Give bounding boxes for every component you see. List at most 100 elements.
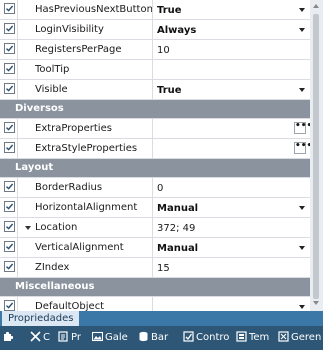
checkmark-icon — [6, 85, 14, 92]
dropdown-arrow-icon[interactable] — [299, 305, 305, 309]
property-name: Visible — [17, 80, 152, 99]
checkbox[interactable] — [4, 122, 15, 133]
toolbar-button-manager[interactable]: Geren — [278, 331, 321, 345]
property-name: ZIndex — [17, 258, 152, 277]
property-name: BorderRadius — [17, 178, 152, 197]
property-name: HorizontalAlignment — [17, 198, 152, 217]
checkmark-icon — [6, 243, 14, 250]
category-header-layout[interactable]: Layout — [0, 159, 310, 178]
property-value-cell[interactable]: Manual — [152, 198, 310, 217]
property-value-cell[interactable]: 15 — [152, 258, 310, 277]
toolbar-button-controls[interactable]: Contro — [183, 331, 229, 345]
themes-icon — [236, 331, 249, 343]
ellipsis-button[interactable]: ••• — [294, 142, 312, 154]
expand-arrow-icon[interactable] — [25, 226, 31, 230]
property-value: 372; 49 — [157, 223, 196, 234]
property-value-cell[interactable] — [152, 60, 310, 79]
property-name: VerticalAlignment — [17, 238, 152, 257]
property-value-cell[interactable]: ••• — [152, 139, 312, 158]
checkbox[interactable] — [4, 43, 15, 54]
panel-tab-strip: Propriedades — [0, 311, 323, 326]
scrollbar-thumb[interactable] — [313, 14, 319, 299]
checkbox[interactable] — [4, 63, 15, 74]
toolbar-button-gallery[interactable]: Gale — [92, 331, 128, 345]
database-icon — [138, 331, 151, 343]
checkbox[interactable] — [4, 3, 15, 14]
checkbox[interactable] — [4, 201, 15, 212]
property-row-border-radius[interactable]: BorderRadius 0 — [0, 178, 310, 198]
toolbar-button-label: Bar — [151, 332, 169, 343]
checkmark-icon — [6, 223, 14, 230]
property-row-registers-per-page[interactable]: RegistersPerPage 10 — [0, 40, 310, 60]
dropdown-arrow-icon[interactable] — [299, 246, 305, 250]
dropdown-arrow-icon[interactable] — [299, 28, 305, 32]
property-row-location[interactable]: Location 372; 49 — [0, 218, 310, 238]
property-value: Manual — [157, 243, 199, 254]
property-name: ExtraStyleProperties — [17, 139, 152, 158]
category-header-diversos[interactable]: Diversos — [0, 100, 310, 119]
property-value-cell[interactable]: 0 — [152, 178, 310, 197]
checkbox[interactable] — [4, 261, 15, 272]
property-value: 15 — [157, 263, 170, 274]
property-row-horizontal-alignment[interactable]: HorizontalAlignment Manual — [0, 198, 310, 218]
tools-icon — [30, 331, 43, 343]
property-value-cell[interactable]: True — [152, 0, 310, 19]
toolbar-button-puzzle[interactable] — [3, 331, 16, 345]
toolbar-button-themes[interactable]: Tem — [236, 331, 269, 345]
dropdown-arrow-icon[interactable] — [299, 206, 305, 210]
property-row-zindex[interactable]: ZIndex 15 — [0, 258, 310, 278]
scroll-up-arrow-icon[interactable] — [313, 4, 319, 8]
checkmark-icon — [6, 25, 14, 32]
toolbar-button-label: Contro — [196, 332, 230, 343]
checkbox[interactable] — [4, 300, 15, 311]
scroll-down-arrow-icon[interactable] — [313, 301, 319, 305]
vertical-scrollbar[interactable] — [310, 0, 323, 311]
ellipsis-button[interactable]: ••• — [294, 122, 312, 134]
property-row-vertical-alignment[interactable]: VerticalAlignment Manual — [0, 238, 310, 258]
property-row-login-visibility[interactable]: LoginVisibility Always — [0, 20, 310, 40]
checkbox[interactable] — [4, 241, 15, 252]
checkbox[interactable] — [4, 181, 15, 192]
property-row-visible[interactable]: Visible True — [0, 80, 310, 100]
properties-icon — [58, 331, 71, 343]
checkbox[interactable] — [4, 83, 15, 94]
property-row-extra-properties[interactable]: ExtraProperties ••• — [0, 119, 312, 139]
controls-icon — [183, 331, 196, 343]
property-value-cell[interactable]: 10 — [152, 40, 310, 59]
property-grid: HasPreviousNextButtons True LoginVisibilit… — [0, 0, 312, 337]
tab-propriedades[interactable]: Propriedades — [2, 311, 80, 326]
toolbar-button-label: Pr — [71, 332, 81, 343]
dropdown-arrow-icon[interactable] — [299, 88, 305, 92]
property-row-extra-style-properties[interactable]: ExtraStyleProperties ••• — [0, 139, 312, 159]
toolbar-button-label: Tem — [249, 332, 270, 343]
checkmark-icon — [6, 124, 14, 131]
property-value: Manual — [157, 203, 199, 214]
property-value-cell[interactable]: Always — [152, 20, 310, 39]
toolbar-button-label: Geren — [291, 332, 322, 343]
property-row-has-previous-next-buttons[interactable]: HasPreviousNextButtons True — [0, 0, 310, 20]
toolbar-button-database[interactable]: Bar — [138, 331, 168, 345]
checkbox[interactable] — [4, 23, 15, 34]
property-value-cell[interactable]: True — [152, 80, 310, 99]
checkmark-icon — [6, 302, 14, 309]
checkmark-icon — [6, 65, 14, 72]
checkmark-icon — [6, 45, 14, 52]
property-value-cell[interactable]: ••• — [152, 119, 312, 138]
category-header-miscellaneous[interactable]: Miscellaneous — [0, 278, 310, 297]
toolbar-button-tools[interactable]: C — [30, 331, 50, 345]
checkbox[interactable] — [4, 142, 15, 153]
property-row-tool-tip[interactable]: ToolTip — [0, 60, 310, 80]
property-name: RegistersPerPage — [17, 40, 152, 59]
checkbox[interactable] — [4, 221, 15, 232]
property-value: Always — [157, 25, 197, 36]
checkmark-icon — [6, 203, 14, 210]
checkmark-icon — [6, 144, 14, 151]
toolbar-button-properties[interactable]: Pr — [58, 331, 81, 345]
property-value-cell[interactable]: Manual — [152, 238, 310, 257]
checkmark-icon — [6, 263, 14, 270]
dropdown-arrow-icon[interactable] — [299, 8, 305, 12]
property-value-cell[interactable]: 372; 49 — [152, 218, 310, 237]
property-name: Location — [17, 218, 152, 237]
toolbar-button-label: C — [43, 332, 50, 343]
property-name: ToolTip — [17, 60, 152, 79]
